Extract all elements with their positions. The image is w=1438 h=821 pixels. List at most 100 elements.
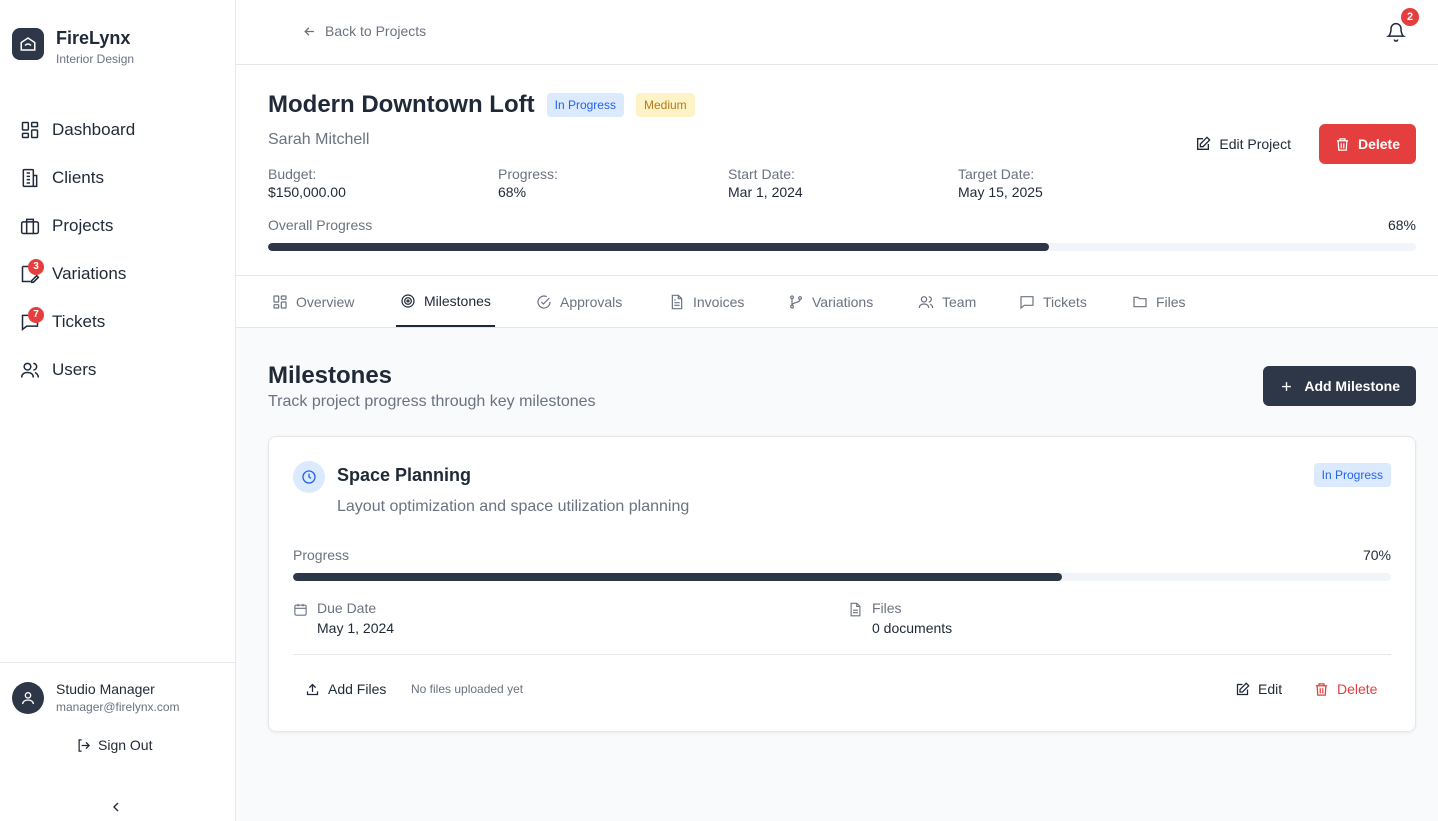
bell-icon — [1386, 22, 1406, 42]
stat-progress: Progress: 68% — [498, 166, 728, 200]
avatar — [12, 681, 44, 714]
project-header: Modern Downtown Loft In Progress Medium … — [236, 65, 1438, 276]
sidebar-item-clients[interactable]: Clients — [0, 154, 235, 202]
files-label: Files — [872, 600, 902, 616]
git-branch-icon — [790, 294, 802, 309]
due-date: Due Date May 1, 2024 — [293, 600, 394, 636]
sidebar-item-label: Tickets — [52, 312, 106, 331]
tab-team[interactable]: Team — [914, 276, 980, 327]
delete-project-button[interactable]: Delete — [1318, 124, 1416, 164]
no-files-text: No files uploaded yet — [411, 682, 524, 696]
priority-badge: Medium — [635, 93, 695, 117]
back-label: Back to Projects — [325, 23, 427, 39]
tab-label: Files — [1156, 293, 1186, 310]
delete-project-label: Delete — [1357, 136, 1400, 152]
tab-label: Milestones — [424, 292, 491, 309]
sidebar-footer: Studio Manager manager@firelynx.com Sign… — [0, 662, 235, 821]
folder-icon — [1133, 296, 1147, 307]
milestone-title: Space Planning — [337, 465, 472, 485]
message-icon — [1020, 295, 1034, 309]
chevron-left-icon — [113, 802, 119, 812]
sidebar-item-dashboard[interactable]: Dashboard — [0, 106, 235, 154]
sidebar-nav: Dashboard Clients Projects 3 Variations — [0, 106, 235, 394]
page-title: Modern Downtown Loft — [268, 91, 535, 118]
sign-out-button[interactable]: Sign Out — [76, 737, 152, 753]
tickets-badge: 7 — [28, 307, 44, 323]
tab-tickets[interactable]: Tickets — [1015, 276, 1091, 327]
plus-icon — [1282, 381, 1292, 391]
status-badge: In Progress — [546, 93, 624, 117]
add-milestone-button[interactable]: Add Milestone — [1263, 366, 1416, 406]
calendar-icon — [294, 603, 307, 616]
edit-project-button[interactable]: Edit Project — [1177, 124, 1309, 164]
grid-icon — [273, 294, 287, 309]
dashboard-icon — [20, 120, 40, 140]
file-icon — [850, 602, 861, 617]
tab-milestones[interactable]: Milestones — [396, 276, 495, 327]
milestone-card: Space Planning In Progress Layout optimi… — [268, 436, 1416, 732]
project-tabs: Overview Milestones Approvals Invoices V… — [236, 276, 1438, 328]
user-email: manager@firelynx.com — [56, 700, 180, 714]
tab-overview[interactable]: Overview — [268, 276, 358, 327]
overall-progress-bar — [268, 243, 1416, 251]
collapse-sidebar-button[interactable] — [108, 799, 124, 815]
edit-milestone-button[interactable]: Edit — [1235, 681, 1282, 697]
client-name: Sarah Mitchell — [268, 131, 370, 148]
files-value: 0 documents — [872, 620, 953, 636]
stat-label: Target Date: — [958, 166, 1035, 182]
brand[interactable]: FireLynx Interior Design — [12, 28, 134, 66]
building-icon — [20, 168, 40, 188]
overall-progress-label: Overall Progress — [268, 217, 373, 233]
edit-milestone-label: Edit — [1258, 681, 1283, 697]
sidebar-item-variations[interactable]: 3 Variations — [0, 250, 235, 298]
delete-milestone-button[interactable]: Delete — [1314, 681, 1377, 697]
clock-icon — [293, 461, 325, 493]
sidebar-item-users[interactable]: Users — [0, 346, 235, 394]
users-icon — [918, 295, 934, 308]
user-profile[interactable]: Studio Manager manager@firelynx.com — [12, 681, 180, 714]
back-to-projects-link[interactable]: Back to Projects — [302, 23, 426, 39]
stat-value: 68% — [498, 184, 527, 200]
sidebar-item-tickets[interactable]: 7 Tickets — [0, 298, 235, 346]
check-circle-icon — [537, 294, 551, 309]
user-name: Studio Manager — [56, 681, 155, 697]
add-files-button[interactable]: Add Files — [305, 681, 386, 697]
briefcase-icon — [20, 216, 40, 236]
tab-label: Overview — [296, 293, 355, 310]
logout-icon — [78, 738, 91, 752]
sidebar-item-label: Variations — [52, 264, 127, 283]
edit-project-label: Edit Project — [1219, 136, 1291, 152]
sidebar-item-projects[interactable]: Projects — [0, 202, 235, 250]
tab-files[interactable]: Files — [1128, 276, 1190, 327]
sidebar-item-label: Clients — [52, 168, 104, 187]
sidebar-item-label: Users — [52, 360, 97, 379]
brand-subtitle: Interior Design — [56, 52, 135, 66]
tab-invoices[interactable]: Invoices — [665, 276, 748, 327]
sidebar-item-label: Dashboard — [52, 120, 136, 139]
stat-start-date: Start Date: Mar 1, 2024 — [728, 166, 958, 200]
stat-target-date: Target Date: May 15, 2025 — [958, 166, 1188, 200]
tab-label: Approvals — [560, 293, 623, 310]
stat-value: Mar 1, 2024 — [728, 184, 803, 200]
tab-label: Team — [942, 293, 977, 310]
arrow-left-icon — [304, 26, 314, 36]
delete-milestone-label: Delete — [1337, 681, 1378, 697]
upload-icon — [306, 683, 319, 695]
tab-label: Invoices — [693, 293, 745, 310]
sidebar: FireLynx Interior Design Dashboard Clien… — [0, 0, 236, 821]
milestone-description: Layout optimization and space utilizatio… — [337, 498, 690, 515]
tab-approvals[interactable]: Approvals — [532, 276, 626, 327]
stat-value: $150,000.00 — [268, 184, 346, 200]
milestone-progress-fill — [293, 573, 1062, 581]
stat-budget: Budget: $150,000.00 — [268, 166, 498, 200]
tab-variations[interactable]: Variations — [784, 276, 877, 327]
notifications-button[interactable] — [1386, 22, 1406, 42]
users-icon — [20, 360, 40, 380]
files-count: Files 0 documents — [848, 600, 952, 636]
add-milestone-label: Add Milestone — [1304, 378, 1400, 394]
sidebar-item-label: Projects — [52, 216, 114, 235]
edit-icon — [1197, 136, 1211, 150]
add-files-label: Add Files — [328, 681, 387, 697]
stat-label: Progress: — [498, 166, 558, 182]
trash-icon — [1336, 137, 1349, 151]
